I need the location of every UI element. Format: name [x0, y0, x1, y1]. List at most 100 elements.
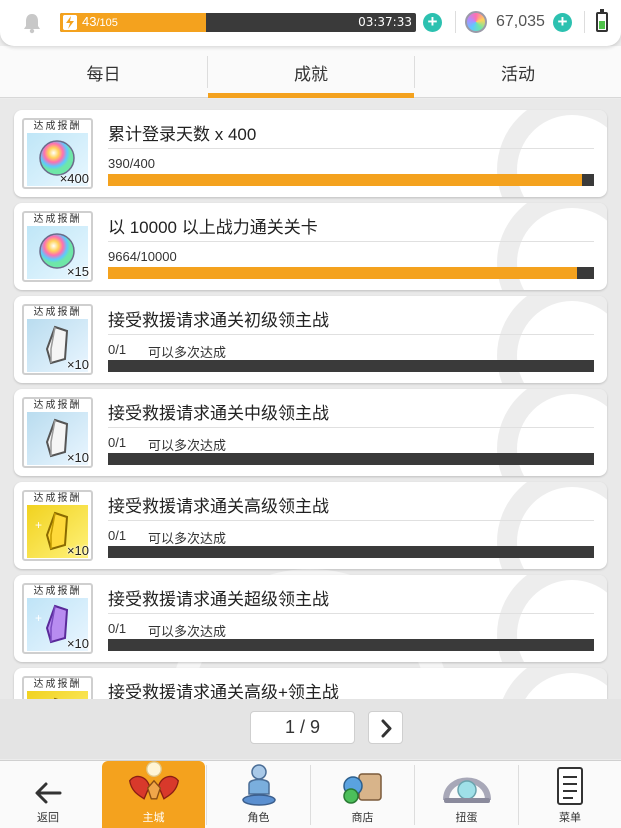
- tab-label: 每日: [86, 64, 121, 84]
- repeatable-note: 可以多次达成: [148, 438, 227, 453]
- character-icon: [241, 764, 276, 806]
- nav-shop[interactable]: 商店: [311, 761, 414, 828]
- gacha-icon: [442, 777, 491, 803]
- reward-label: 达成报酬: [33, 586, 82, 597]
- card-emblem: [497, 668, 607, 699]
- divider: [108, 613, 594, 614]
- mission-card[interactable]: 达成报酬 ×15 以 10000 以上战力通关关卡 9664/10000: [14, 203, 607, 290]
- reward-label: 达成报酬: [33, 493, 82, 504]
- progress-text: 0/1: [108, 528, 127, 543]
- mission-title: 接受救援请求通关初级领主战: [108, 311, 329, 330]
- gem-count: 67,035: [496, 13, 545, 30]
- chevron-right-icon: [381, 719, 392, 738]
- reward-label: 达成报酬: [33, 400, 82, 411]
- reward-box[interactable]: 达成报酬 + ×10: [22, 490, 93, 561]
- mission-card[interactable]: 达成报酬 + ×10 接受救援请求通关超级领主战 0/1 可以多次达成: [14, 575, 607, 662]
- mission-title: 接受救援请求通关高级+领主战: [108, 683, 339, 699]
- progress-bar: [108, 360, 594, 372]
- lightning-icon: [63, 15, 77, 30]
- divider: [108, 520, 594, 521]
- mission-list[interactable]: 达成报酬 ×400 累计登录天数 x 400 390/400 达成报酬 ×15 以 1000…: [0, 99, 621, 699]
- divider: [455, 11, 456, 33]
- nav-label: 扭蛋: [455, 812, 478, 824]
- reward-label: 达成报酬: [33, 307, 82, 318]
- svg-text:+: +: [35, 518, 42, 532]
- reward-box[interactable]: 达成报酬 ×10: [22, 397, 93, 468]
- tab-label: 成就: [294, 64, 328, 84]
- repeatable-note: 可以多次达成: [148, 531, 227, 546]
- progress-text: 390/400: [108, 156, 155, 171]
- battery-icon: [596, 9, 608, 32]
- reward-label: 达成报酬: [33, 121, 82, 132]
- next-page-button[interactable]: [368, 711, 403, 744]
- status-bar: 43/105 03:37:33 + 67,035 +: [0, 0, 621, 46]
- nav-gacha[interactable]: 扭蛋: [415, 761, 518, 828]
- divider: [108, 148, 594, 149]
- progress-text: 9664/10000: [108, 249, 177, 264]
- reward-count: ×400: [59, 171, 89, 186]
- progress-text: 0/1: [108, 435, 127, 450]
- reward-box[interactable]: 达成报酬 ×15: [22, 211, 93, 282]
- bottom-nav: 返回 主城 角色 商店 扭蛋 菜单: [0, 760, 621, 828]
- reward-count: ×10: [66, 636, 89, 651]
- divider: [108, 334, 594, 335]
- reward-box[interactable]: 达成报酬+: [22, 676, 93, 699]
- mission-title: 接受救援请求通关高级领主战: [108, 497, 329, 516]
- gem-currency-icon: [465, 11, 487, 33]
- mission-title: 接受救援请求通关超级领主战: [108, 590, 329, 609]
- svg-text:+: +: [35, 611, 42, 625]
- stamina-timer: 03:37:33: [358, 15, 412, 29]
- stamina-value: 43/105: [82, 14, 118, 29]
- nav-label: 角色: [247, 812, 270, 824]
- add-gems-button[interactable]: +: [553, 13, 572, 32]
- mission-title: 接受救援请求通关中级领主战: [108, 404, 329, 423]
- repeatable-note: 可以多次达成: [148, 345, 227, 360]
- reward-box[interactable]: 达成报酬 + ×10: [22, 583, 93, 654]
- castle-icon: [128, 761, 179, 800]
- repeatable-note: 可以多次达成: [148, 624, 227, 639]
- mission-card[interactable]: 达成报酬 ×10 接受救援请求通关中级领主战 0/1 可以多次达成: [14, 389, 607, 476]
- reward-count: ×10: [66, 543, 89, 558]
- progress-text: 0/1: [108, 621, 127, 636]
- nav-character[interactable]: 角色: [207, 761, 310, 828]
- progress-fill: [108, 267, 578, 279]
- reward-box[interactable]: 达成报酬 ×400: [22, 118, 93, 189]
- nav-castle[interactable]: 主城: [102, 761, 205, 828]
- nav-back[interactable]: 返回: [0, 761, 96, 828]
- progress-text: 0/1: [108, 342, 127, 357]
- progress-fill: [108, 174, 582, 186]
- mission-title: 以 10000 以上战力通关关卡: [108, 218, 318, 237]
- progress-bar: [108, 546, 594, 558]
- tab-daily[interactable]: 每日: [0, 46, 207, 98]
- tab-events[interactable]: 活动: [415, 46, 621, 98]
- divider: [108, 427, 594, 428]
- nav-label: 菜单: [559, 812, 581, 824]
- add-stamina-button[interactable]: +: [423, 13, 442, 32]
- tab-achievements[interactable]: 成就: [208, 46, 414, 98]
- progress-bar: [108, 453, 594, 465]
- page-indicator: 1 / 9: [250, 711, 355, 744]
- pagination: 1 / 9: [0, 699, 621, 759]
- stamina-bar: 43/105 03:37:33: [60, 13, 416, 32]
- mission-card[interactable]: 达成报酬 + ×10 接受救援请求通关高级领主战 0/1 可以多次达成: [14, 482, 607, 569]
- reward-count: ×10: [66, 357, 89, 372]
- gold-crystal-icon: +: [27, 691, 88, 699]
- mission-title: 累计登录天数 x 400: [108, 125, 257, 144]
- reward-label: 达成报酬: [33, 214, 82, 225]
- mission-card[interactable]: 达成报酬+ 接受救援请求通关高级+领主战: [14, 668, 607, 699]
- back-arrow-icon: [35, 782, 62, 804]
- nav-label: 返回: [37, 812, 59, 824]
- mission-card[interactable]: 达成报酬 ×400 累计登录天数 x 400 390/400: [14, 110, 607, 197]
- reward-box[interactable]: 达成报酬 ×10: [22, 304, 93, 375]
- reward-count: ×15: [66, 264, 89, 279]
- bell-icon[interactable]: [21, 12, 43, 34]
- tab-label: 活动: [501, 64, 535, 84]
- menu-icon: [557, 767, 583, 805]
- nav-label: 商店: [351, 812, 374, 824]
- mission-card[interactable]: 达成报酬 ×10 接受救援请求通关初级领主战 0/1 可以多次达成: [14, 296, 607, 383]
- nav-menu[interactable]: 菜单: [519, 761, 621, 828]
- progress-bar: [108, 267, 594, 279]
- tab-bar: 每日 成就 活动: [0, 46, 621, 98]
- progress-bar: [108, 174, 594, 186]
- progress-bar: [108, 639, 594, 651]
